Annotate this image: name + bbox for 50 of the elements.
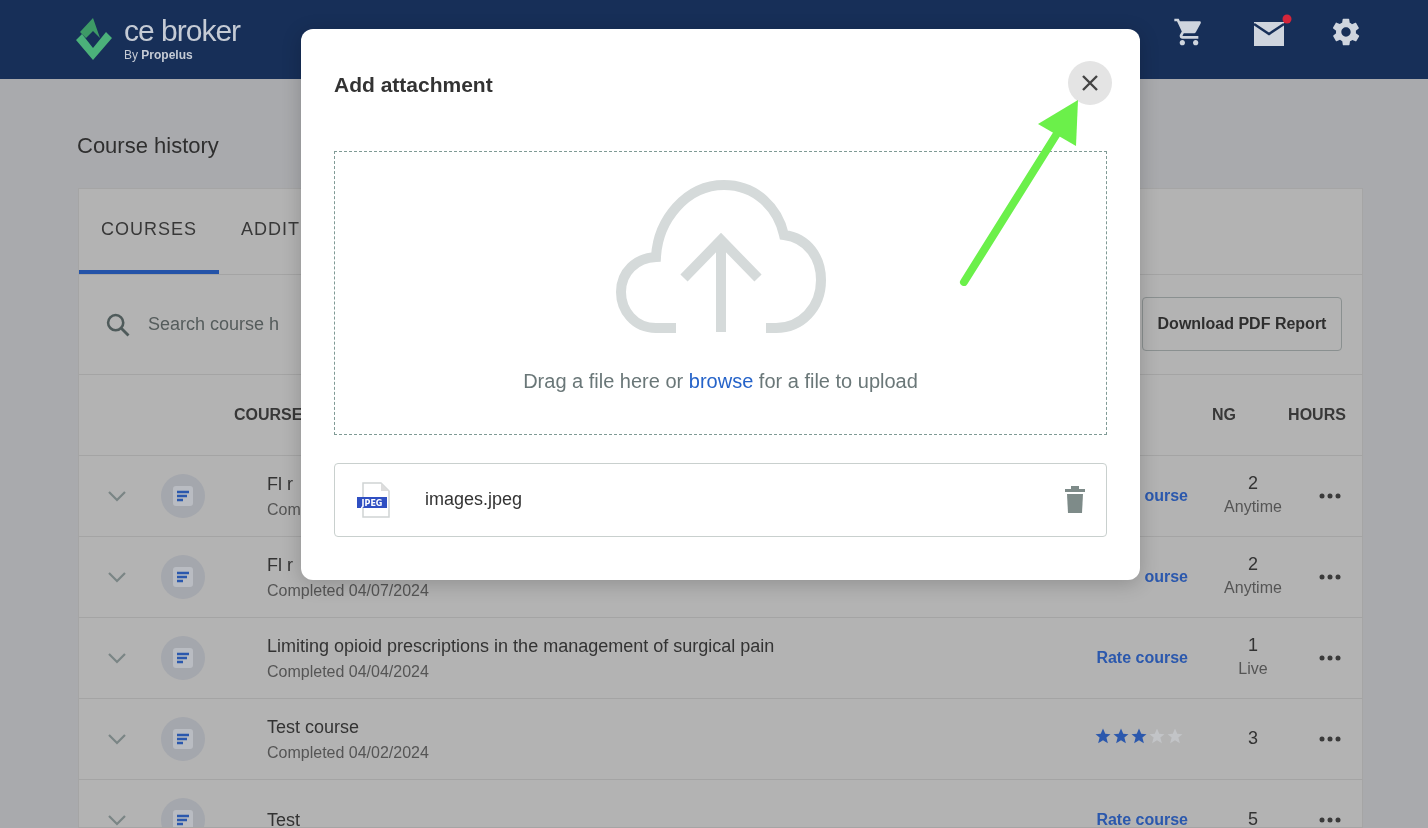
hours-value: 3	[1247, 728, 1259, 750]
page-title: Course history	[77, 132, 220, 160]
hours-value: 2	[1247, 554, 1259, 576]
hours-value: 1	[1247, 635, 1259, 657]
course-title[interactable]: Fl r	[267, 470, 293, 498]
course-title[interactable]: Test course	[267, 713, 360, 741]
course-format: Anytime	[1223, 496, 1283, 517]
tab[interactable]: COURSES	[79, 189, 219, 274]
search-field[interactable]: Search course h	[148, 311, 288, 338]
document-icon	[161, 474, 205, 518]
document-icon	[161, 636, 205, 680]
more-options-icon[interactable]	[1319, 574, 1341, 580]
logo-text: ce broker	[124, 15, 241, 46]
download-report-button[interactable]: Download PDF Report	[1142, 297, 1342, 351]
logo-subtitle: By Propelus	[124, 46, 194, 64]
course-title[interactable]: Limiting opioid prescriptions in the management of surgical pain	[267, 632, 775, 660]
cloud-upload-icon	[615, 179, 826, 336]
rate-course-link[interactable]: ourse	[1144, 568, 1188, 585]
course-title[interactable]: Test	[267, 806, 300, 827]
completion-date: Completed 04/02/2024	[267, 742, 429, 763]
file-drop-zone[interactable]: Drag a file here or browse for a file to upload	[334, 150, 1107, 435]
more-options-icon[interactable]	[1319, 655, 1341, 661]
column-header: COURSE	[234, 406, 303, 423]
column-header: NG	[1212, 406, 1236, 423]
more-options-icon[interactable]	[1319, 817, 1341, 823]
completion-date: Completed 04/07/2024	[267, 580, 429, 601]
more-options-icon[interactable]	[1319, 493, 1341, 499]
rate-course-link[interactable]: ourse	[1144, 487, 1188, 504]
course-format: Anytime	[1223, 577, 1283, 598]
close-icon	[1080, 73, 1100, 93]
completion-date: Completed 04/04/2024	[267, 661, 429, 682]
tab[interactable]: ADDIT	[219, 189, 322, 274]
course-format: Live	[1237, 658, 1269, 679]
drop-instructions: Drag a file here or browse for a file to upload	[523, 368, 918, 394]
rate-course-link[interactable]: Rate course	[1096, 649, 1188, 666]
document-icon	[161, 555, 205, 599]
hours-value: 5	[1247, 809, 1259, 827]
document-icon	[161, 717, 205, 761]
close-button[interactable]	[1068, 61, 1112, 105]
completion-date: Com	[267, 499, 301, 520]
more-options-icon[interactable]	[1319, 736, 1341, 742]
rate-course-link[interactable]: Rate course	[1096, 811, 1188, 827]
settings-icon[interactable]	[1330, 16, 1362, 48]
file-name: images.jpeg	[425, 488, 524, 511]
trash-icon[interactable]	[1064, 485, 1086, 514]
browse-link[interactable]: browse	[688, 369, 754, 392]
course-title[interactable]: Fl r	[267, 551, 293, 579]
dialog-title: Add attachment	[334, 72, 493, 98]
column-header: HOURS	[1288, 406, 1346, 423]
hours-value: 2	[1247, 473, 1259, 495]
